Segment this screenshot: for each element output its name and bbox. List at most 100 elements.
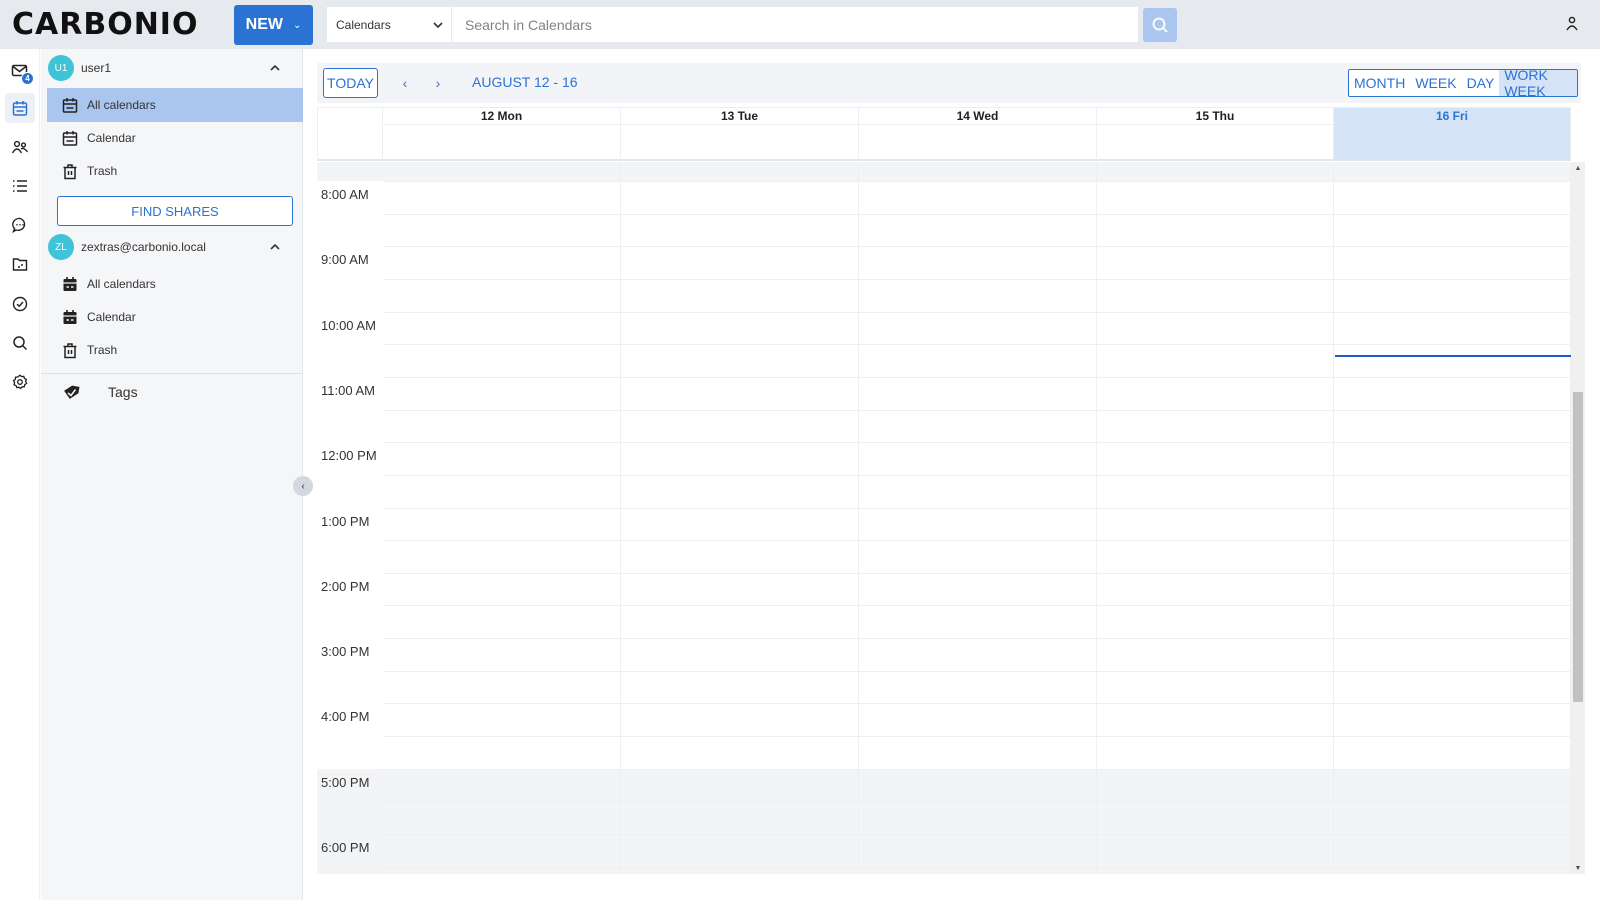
time-slot[interactable] [383, 474, 620, 508]
time-slot[interactable] [1097, 311, 1333, 345]
rail-contacts[interactable] [5, 132, 35, 162]
time-slot[interactable] [383, 311, 620, 345]
time-slot[interactable] [621, 866, 858, 884]
vertical-scrollbar[interactable]: ▲ ▼ [1571, 162, 1585, 874]
time-slot[interactable] [1334, 278, 1570, 312]
time-slot[interactable] [621, 278, 858, 312]
time-slot[interactable] [383, 736, 620, 769]
time-slot[interactable] [1334, 540, 1570, 573]
time-slot[interactable] [383, 638, 620, 671]
previous-button[interactable]: ‹ [395, 71, 415, 95]
time-slot[interactable] [1334, 376, 1570, 410]
sidebar-item-shared-all-calendars[interactable]: All calendars [47, 267, 303, 301]
time-slot[interactable] [1097, 605, 1333, 638]
time-slot[interactable] [621, 736, 858, 769]
time-slot[interactable] [1097, 768, 1333, 802]
time-slot[interactable] [383, 768, 620, 802]
time-slot[interactable] [1334, 703, 1570, 736]
day-header-fri[interactable]: 16 Fri [1334, 108, 1571, 160]
time-slot[interactable] [1097, 246, 1333, 279]
sidebar-item-all-calendars[interactable]: All calendars [47, 88, 303, 122]
chevron-up-icon[interactable] [270, 239, 280, 253]
time-slot[interactable] [1334, 638, 1570, 671]
time-slot[interactable] [1334, 507, 1570, 541]
time-slot[interactable] [1334, 605, 1570, 638]
module-select[interactable]: Calendars [327, 7, 452, 42]
rail-tasks[interactable] [5, 289, 35, 319]
time-slot[interactable] [383, 866, 620, 884]
time-slot[interactable] [1097, 213, 1333, 247]
day-header-wed[interactable]: 14 Wed [859, 108, 1097, 160]
time-slot[interactable] [383, 605, 620, 638]
day-header-mon[interactable]: 12 Mon [383, 108, 621, 160]
view-month-button[interactable]: MONTH [1349, 70, 1410, 96]
time-slot[interactable] [621, 834, 858, 867]
time-slot[interactable] [1097, 866, 1333, 884]
scroll-up-icon[interactable]: ▲ [1571, 162, 1585, 174]
time-slot[interactable] [859, 181, 1096, 214]
time-slot[interactable] [621, 540, 858, 573]
time-slot[interactable] [859, 376, 1096, 410]
time-slot[interactable] [1334, 572, 1570, 606]
time-slot[interactable] [1097, 834, 1333, 867]
time-slot[interactable] [1334, 409, 1570, 443]
time-slot[interactable] [621, 605, 858, 638]
view-day-button[interactable]: DAY [1462, 70, 1500, 96]
sidebar-item-tags[interactable]: Tags [47, 375, 303, 409]
time-slot[interactable] [1334, 311, 1570, 345]
view-week-button[interactable]: WEEK [1410, 70, 1461, 96]
time-slot[interactable] [859, 834, 1096, 867]
day-column[interactable] [383, 162, 621, 874]
time-slot[interactable] [383, 213, 620, 247]
next-button[interactable]: › [428, 71, 448, 95]
time-slot[interactable] [859, 670, 1096, 704]
time-slot[interactable] [383, 801, 620, 834]
rail-list[interactable] [5, 171, 35, 201]
rail-chats[interactable] [5, 210, 35, 240]
time-slot[interactable] [383, 507, 620, 541]
time-slot[interactable] [383, 409, 620, 443]
find-shares-button[interactable]: FIND SHARES [57, 196, 293, 226]
time-slot[interactable] [859, 246, 1096, 279]
time-slot[interactable] [859, 768, 1096, 802]
sidebar-item-shared-calendar[interactable]: Calendar [47, 300, 303, 334]
time-slot[interactable] [621, 801, 858, 834]
time-slot[interactable] [1334, 344, 1570, 377]
time-slot[interactable] [383, 670, 620, 704]
time-slot[interactable] [859, 409, 1096, 443]
time-slot[interactable] [859, 540, 1096, 573]
time-slot[interactable] [383, 246, 620, 279]
time-slot[interactable] [1334, 442, 1570, 475]
today-button[interactable]: TODAY [323, 68, 378, 98]
time-slot[interactable] [1334, 801, 1570, 834]
time-slot[interactable] [1097, 572, 1333, 606]
scroll-down-icon[interactable]: ▼ [1571, 862, 1585, 874]
time-slot[interactable] [383, 703, 620, 736]
time-slot[interactable] [383, 540, 620, 573]
sidebar-item-shared-trash[interactable]: Trash [47, 333, 303, 367]
time-slot[interactable] [383, 442, 620, 475]
time-slot[interactable] [1097, 703, 1333, 736]
rail-settings[interactable] [5, 367, 35, 397]
view-work-week-button[interactable]: WORK WEEK [1499, 67, 1577, 99]
time-slot[interactable] [859, 442, 1096, 475]
time-slot[interactable] [859, 474, 1096, 508]
time-slot[interactable] [859, 866, 1096, 884]
time-slot[interactable] [383, 572, 620, 606]
time-slot[interactable] [859, 703, 1096, 736]
time-slot[interactable] [621, 768, 858, 802]
time-slot[interactable] [621, 572, 858, 606]
search-input[interactable] [452, 7, 1138, 42]
time-slot[interactable] [859, 507, 1096, 541]
time-slot[interactable] [621, 409, 858, 443]
time-slot[interactable] [383, 278, 620, 312]
day-column[interactable] [1334, 162, 1571, 874]
time-slot[interactable] [1097, 278, 1333, 312]
time-slot[interactable] [1334, 736, 1570, 769]
time-slot[interactable] [621, 213, 858, 247]
time-slot[interactable] [1334, 181, 1570, 214]
time-slot[interactable] [1097, 181, 1333, 214]
time-slot[interactable] [621, 344, 858, 377]
time-slot[interactable] [621, 474, 858, 508]
time-slot[interactable] [1097, 670, 1333, 704]
